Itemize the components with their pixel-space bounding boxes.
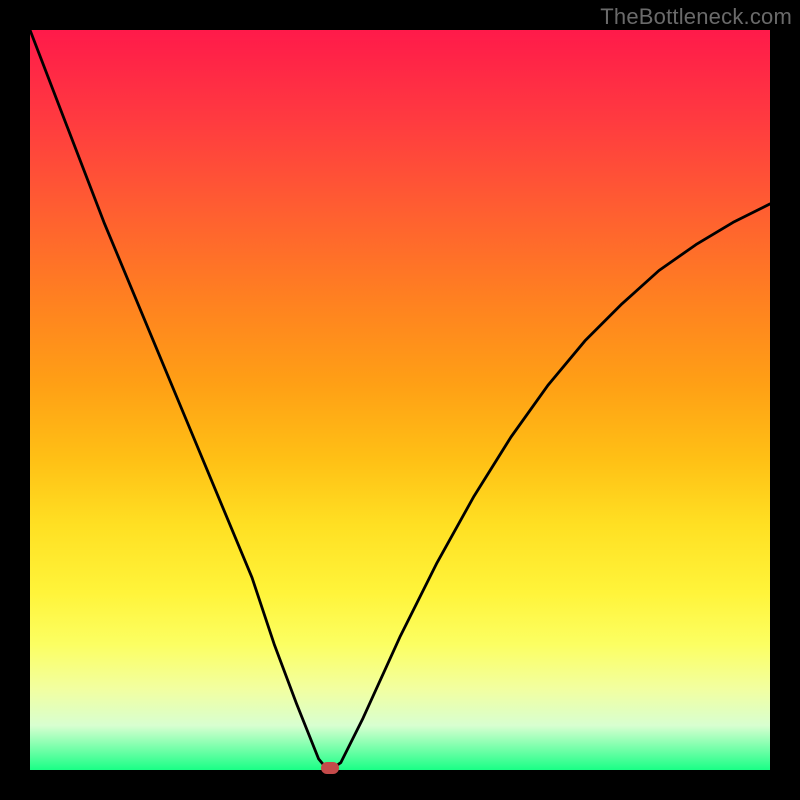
bottleneck-curve: [30, 30, 770, 770]
minimum-marker: [321, 762, 339, 774]
plot-area: [30, 30, 770, 770]
watermark-text: TheBottleneck.com: [600, 4, 792, 30]
chart-frame: TheBottleneck.com: [0, 0, 800, 800]
